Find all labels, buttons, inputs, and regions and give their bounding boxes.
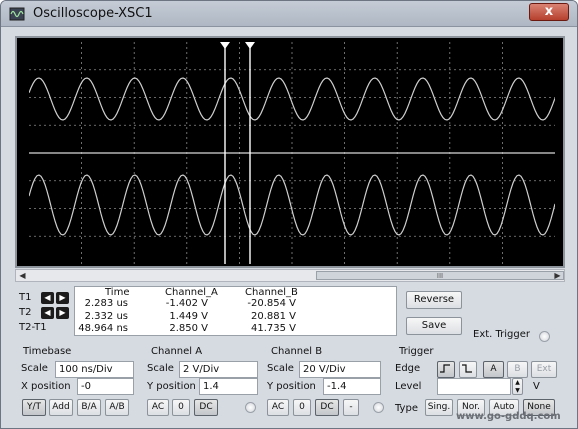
table-cell: 2.332 us [84, 311, 128, 322]
channel-b-ypos-label: Y position [267, 381, 316, 392]
x-position-input[interactable]: -0 [77, 378, 134, 395]
level-input[interactable] [437, 378, 511, 395]
t2-left-arrow-icon[interactable]: ◀ [41, 307, 54, 319]
close-button[interactable]: x [529, 3, 569, 21]
channel-a-terminal-icon[interactable] [245, 402, 256, 413]
t1-right-arrow-icon[interactable]: ▶ [56, 292, 69, 304]
oscilloscope-app-icon [9, 7, 25, 21]
trigger-source-ext-button[interactable]: Ext [531, 361, 557, 378]
channel-b-ac-button[interactable]: AC [267, 399, 289, 416]
mode-ab-button[interactable]: A/B [105, 399, 129, 416]
trigger-source-a-button[interactable]: A [483, 361, 504, 378]
title-bar[interactable]: Oscilloscope-XSC1 x [1, 1, 577, 27]
channel-b-ypos-input[interactable]: -1.4 [323, 378, 381, 395]
scroll-right-icon[interactable]: ▶ [551, 270, 564, 281]
scope-screen-frame [15, 36, 565, 268]
table-cell: 20.881 V [250, 311, 296, 322]
ext-trigger-label: Ext. Trigger [473, 329, 531, 340]
cursor-readout-table: Time Channel_A Channel_B 2.283 us -1.402… [74, 286, 397, 336]
level-label: Level [395, 381, 422, 392]
table-cell: 48.964 ns [78, 323, 128, 334]
type-label: Type [395, 403, 418, 414]
channel-a-title: Channel A [151, 346, 203, 357]
col-header-time: Time [105, 287, 130, 298]
t2-right-arrow-icon[interactable]: ▶ [56, 307, 69, 319]
trigger-source-b-button[interactable]: B [507, 361, 528, 378]
table-cell: 2.850 V [169, 323, 208, 334]
scroll-left-icon[interactable]: ◀ [16, 270, 29, 281]
timebase-scale-label: Scale [21, 363, 48, 374]
spinner-down-icon[interactable]: ▼ [515, 387, 520, 394]
cursor-t2-marker-icon [245, 42, 255, 49]
channel-a-dc-button[interactable]: DC [194, 399, 218, 416]
ext-trigger-terminal-icon[interactable] [539, 331, 550, 342]
scroll-thumb[interactable]: III [316, 271, 564, 280]
edge-label: Edge [395, 363, 421, 374]
t2-label: T2 [19, 307, 32, 318]
channel-a-ypos-label: Y position [147, 381, 196, 392]
channel-b-dc-button[interactable]: DC [315, 399, 339, 416]
table-cell: -20.854 V [247, 298, 296, 309]
horizontal-scrollbar[interactable]: ◀ III ▶ [15, 269, 565, 282]
table-cell: -1.402 V [165, 298, 208, 309]
save-button[interactable]: Save [406, 317, 462, 335]
channel-a-ypos-input[interactable]: 1.4 [199, 378, 258, 395]
mode-add-button[interactable]: Add [49, 399, 73, 416]
channel-a-scale-label: Scale [147, 363, 174, 374]
mode-yt-button[interactable]: Y/T [22, 399, 46, 416]
mode-ba-button[interactable]: B/A [77, 399, 101, 416]
level-spinner[interactable]: ▲ ▼ [512, 378, 523, 395]
channel-a-scale-input[interactable]: 2 V/Div [179, 361, 258, 378]
channel-b-zero-button[interactable]: 0 [293, 399, 311, 416]
t1-label: T1 [19, 292, 32, 303]
watermark: www.go-gddq.com [456, 411, 561, 422]
rising-edge-icon[interactable] [437, 361, 455, 378]
cursor-t1-marker-icon [220, 42, 230, 49]
trigger-title: Trigger [399, 346, 434, 357]
channel-a-zero-button[interactable]: 0 [172, 399, 190, 416]
col-header-channel-b: Channel_B [245, 287, 298, 298]
x-position-label: X position [21, 381, 71, 392]
scope-screen[interactable] [28, 42, 556, 264]
timebase-scale-input[interactable]: 100 ns/Div [55, 361, 134, 378]
timebase-title: Timebase [23, 346, 72, 357]
falling-edge-icon[interactable] [459, 361, 477, 378]
trigger-type-single-button[interactable]: Sing. [425, 399, 453, 416]
spinner-up-icon[interactable]: ▲ [515, 379, 520, 386]
scope-display [28, 42, 556, 264]
channel-b-terminal-icon[interactable] [373, 402, 384, 413]
channel-a-ac-button[interactable]: AC [147, 399, 169, 416]
table-cell: 1.449 V [169, 311, 208, 322]
oscilloscope-window: Oscilloscope-XSC1 x ◀ III ▶ T1 ◀ ▶ T2 ◀ … [0, 0, 578, 429]
window-title: Oscilloscope-XSC1 [33, 6, 153, 21]
t1-left-arrow-icon[interactable]: ◀ [41, 292, 54, 304]
channel-b-minus-button[interactable]: - [343, 399, 359, 416]
close-icon: x [544, 4, 554, 19]
channel-b-scale-label: Scale [267, 363, 294, 374]
col-header-channel-a: Channel_A [165, 287, 218, 298]
table-cell: 2.283 us [84, 298, 128, 309]
reverse-button[interactable]: Reverse [406, 291, 462, 309]
table-cell: 41.735 V [250, 323, 296, 334]
channel-b-scale-input[interactable]: 20 V/Div [299, 361, 381, 378]
t2-t1-label: T2-T1 [19, 322, 47, 333]
level-unit: V [533, 381, 540, 392]
channel-b-title: Channel B [271, 346, 323, 357]
